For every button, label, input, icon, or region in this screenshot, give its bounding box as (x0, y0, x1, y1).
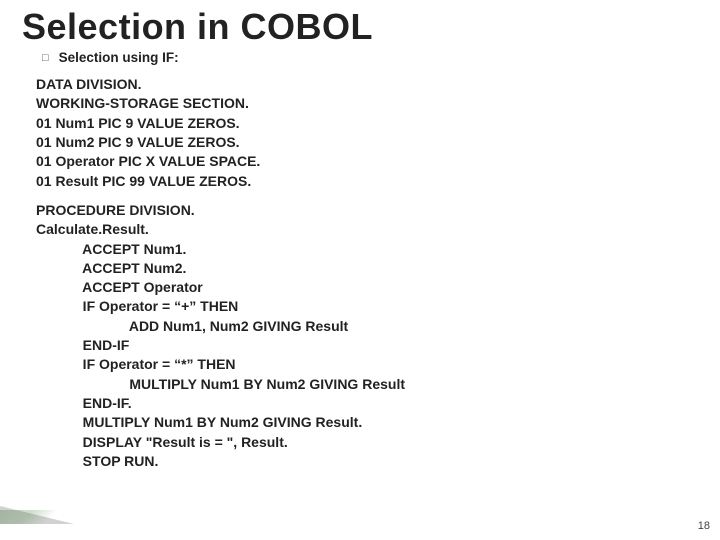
code-block-procedure-division: PROCEDURE DIVISION. Calculate.Result. AC… (0, 191, 720, 471)
subtitle-text: Selection using IF: (59, 50, 179, 65)
page-number: 18 (698, 520, 710, 532)
subtitle-row: □ Selection using IF: (0, 48, 720, 65)
code-block-data-division: DATA DIVISION. WORKING-STORAGE SECTION. … (0, 65, 720, 191)
slide-title: Selection in COBOL (0, 0, 720, 48)
bullet-icon: □ (42, 52, 49, 64)
